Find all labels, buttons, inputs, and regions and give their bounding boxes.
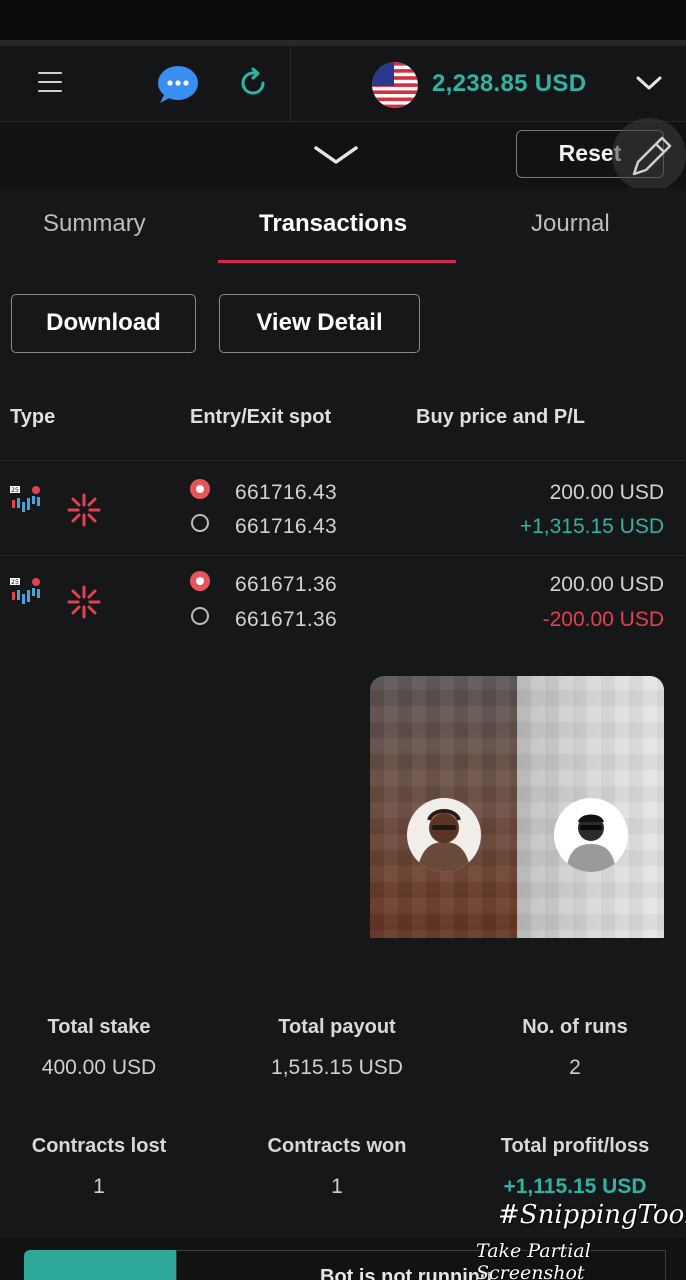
chevron-down-icon[interactable] <box>634 72 664 94</box>
profit-loss: -200.00 USD <box>542 608 664 631</box>
contracts-won-value: 1 <box>331 1175 343 1198</box>
exit-spot: 661716.43 <box>235 515 337 538</box>
exit-spot-marker <box>191 607 209 625</box>
contracts-lost-value: 1 <box>93 1175 105 1198</box>
chat-icon[interactable] <box>156 64 200 104</box>
snipping-tool-watermark: #SnippingTool <box>498 1200 686 1230</box>
digit-contract-icon <box>67 493 101 527</box>
buy-price: 200.00 USD <box>549 573 664 596</box>
exit-spot: 661671.36 <box>235 608 337 631</box>
total-stake-value: 400.00 USD <box>41 1056 157 1079</box>
svg-text:25: 25 <box>11 487 19 494</box>
contracts-won-label: Contracts won <box>267 1135 407 1157</box>
entry-spot-marker <box>190 479 210 499</box>
run-panel-toolbar: Reset <box>0 122 686 188</box>
runs-label: No. of runs <box>522 1016 628 1038</box>
avatar <box>554 798 628 872</box>
entry-spot: 661716.43 <box>235 481 337 504</box>
profit-loss: +1,315.15 USD <box>519 515 664 538</box>
refresh-icon[interactable] <box>236 66 270 100</box>
run-bot-button[interactable] <box>24 1250 176 1280</box>
tab-bar: Summary Transactions Journal <box>0 188 686 264</box>
candlestick-icon: 25 <box>10 486 40 512</box>
buy-price: 200.00 USD <box>549 481 664 504</box>
avatar <box>407 798 481 872</box>
table-row[interactable]: 25 661716.43 661716.43 200.00 USD +1,315… <box>0 462 686 555</box>
app-header: 2,238.85 USD <box>0 46 686 122</box>
candlestick-icon: 25 <box>10 578 40 604</box>
tab-journal[interactable]: Journal <box>531 210 610 238</box>
pencil-icon[interactable] <box>612 118 686 192</box>
digit-contract-icon <box>67 585 101 619</box>
download-button[interactable]: Download <box>11 294 196 353</box>
entry-spot: 661671.36 <box>235 573 337 596</box>
header-divider <box>290 46 291 122</box>
total-stake-label: Total stake <box>47 1016 151 1038</box>
bot-status-text: Bot is not running <box>320 1266 493 1280</box>
menu-icon[interactable] <box>38 72 62 92</box>
tab-summary[interactable]: Summary <box>43 210 146 238</box>
svg-text:25: 25 <box>11 579 19 586</box>
exit-spot-marker <box>191 514 209 532</box>
total-payout-label: Total payout <box>278 1016 396 1038</box>
collapse-chevron-icon[interactable] <box>312 140 360 170</box>
run-summary: Total stake 400.00 USD Total payout 1,51… <box>0 938 686 1238</box>
column-header-type: Type <box>10 406 56 428</box>
column-header-entry-exit: Entry/Exit spot <box>190 406 332 428</box>
total-profit-loss-label: Total profit/loss <box>500 1135 650 1157</box>
view-detail-button[interactable]: View Detail <box>219 294 420 353</box>
contracts-lost-label: Contracts lost <box>31 1135 167 1157</box>
us-flag-icon <box>372 62 418 108</box>
active-tab-indicator <box>218 260 456 263</box>
column-header-buy-price: Buy price and P/L <box>416 406 585 428</box>
account-balance[interactable]: 2,238.85 USD <box>432 70 586 98</box>
table-row[interactable]: 25 661671.36 661671.36 200.00 USD -200.0… <box>0 556 686 649</box>
tab-transactions[interactable]: Transactions <box>259 210 407 238</box>
entry-spot-marker <box>190 571 210 591</box>
total-payout-value: 1,515.15 USD <box>271 1056 403 1079</box>
runs-value: 2 <box>569 1056 581 1079</box>
snipping-tool-caption: Take Partial Screenshot <box>476 1240 591 1280</box>
status-bar <box>0 0 686 40</box>
table-divider <box>0 460 686 461</box>
total-profit-loss-value: +1,115.15 USD <box>503 1175 647 1198</box>
